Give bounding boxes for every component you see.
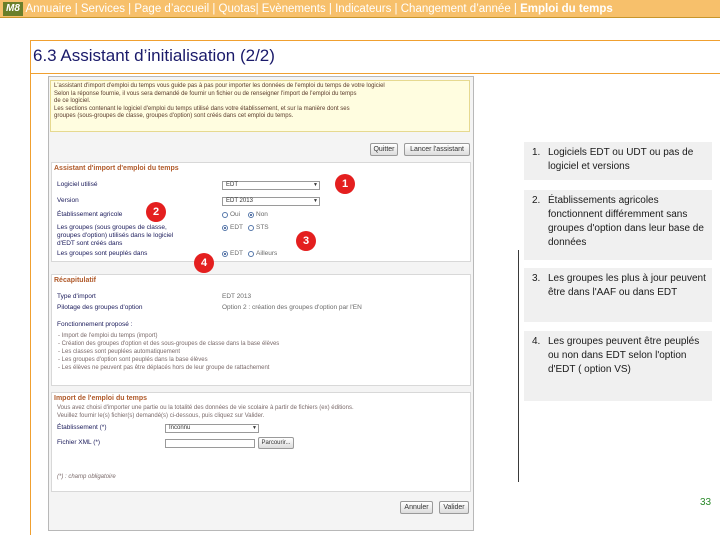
version-select-value: EDT 2013 xyxy=(226,198,253,204)
agri-yes-label: Oui xyxy=(230,211,241,218)
groups-edt-radio[interactable] xyxy=(222,225,228,231)
title-divider xyxy=(30,73,720,74)
software-label: Logiciel utilisé xyxy=(57,181,98,188)
quit-button[interactable]: Quitter xyxy=(370,143,398,156)
edt-description: Veuillez fournir le(s) fichier(s) demand… xyxy=(57,413,265,419)
validate-button[interactable]: Valider xyxy=(439,501,469,514)
callout-marker-4: 4 xyxy=(194,253,214,273)
agri-label: Établissement agricole xyxy=(57,211,123,218)
note-item: 3. Les groupes les plus à jour peuvent ê… xyxy=(524,268,712,322)
intro-line: de ce logiciel. xyxy=(54,98,91,104)
import-type-value: EDT 2013 xyxy=(222,293,252,300)
intro-line: L'assistant d'import d'emploi du temps v… xyxy=(54,83,385,89)
note-number: 3. xyxy=(532,273,541,284)
import-type-label: Type d'import xyxy=(57,293,96,300)
nav-item-services[interactable]: Services | Page d’accueil | Quotas| Evèn… xyxy=(81,3,398,15)
note-text: Les groupes peuvent être peuplés ou non … xyxy=(548,336,700,375)
note-item: 4. Les groupes peuvent être peuplés ou n… xyxy=(524,331,712,401)
chevron-down-icon: ▼ xyxy=(252,425,257,431)
peopled-elsewhere-label: Ailleurs xyxy=(256,250,278,257)
note-text: Les groupes les plus à jour peuvent être… xyxy=(548,273,706,298)
groups-label: Les groupes (sous groupes de classe, xyxy=(57,224,167,231)
import-section-title: Assistant d'import d'emploi du temps xyxy=(54,165,179,172)
software-select[interactable]: EDT ▼ xyxy=(222,181,320,190)
feature-bullet: - Import de l'emploi du temps (import) xyxy=(58,333,158,339)
chevron-down-icon: ▼ xyxy=(313,182,318,188)
agri-no-radio[interactable] xyxy=(248,212,254,218)
feature-bullet: - Les élèves ne peuvent pas être déplacé… xyxy=(58,365,270,371)
page-number: 33 xyxy=(700,497,712,508)
version-label: Version xyxy=(57,197,79,204)
peopled-edt-radio[interactable] xyxy=(222,251,228,257)
groups-sts-radio[interactable] xyxy=(248,225,254,231)
feature-bullet: - Création des groupes d'option et des s… xyxy=(58,341,280,347)
groups-edt-label: EDT xyxy=(230,224,243,231)
nav-item-changement-annee[interactable]: Changement d’année | xyxy=(401,3,517,15)
features-label: Fonctionnement proposé : xyxy=(57,321,133,328)
edt-section-title: Import de l'emploi du temps xyxy=(54,395,148,402)
groups-label: groupes d'option) utilisés dans le logic… xyxy=(57,232,174,239)
groups-sts-label: STS xyxy=(256,224,269,231)
agri-no-label: Non xyxy=(256,211,268,218)
pilot-value: Option 2 : création des groupes d'option… xyxy=(222,304,362,311)
note-number: 1. xyxy=(532,147,541,158)
callout-marker-3: 3 xyxy=(296,231,316,251)
feature-bullet: - Les classes sont peuplées automatiquem… xyxy=(58,349,181,355)
m8-logo: M8 xyxy=(3,2,23,16)
note-item: 1. Logiciels EDT ou UDT ou pas de logici… xyxy=(524,142,712,180)
callout-marker-2: 2 xyxy=(146,202,166,222)
nav-item-emploi-du-temps[interactable]: Emploi du temps xyxy=(520,3,613,15)
nav-item-annuaire[interactable]: Annuaire | xyxy=(25,3,77,15)
note-text: Logiciels EDT ou UDT ou pas de logiciel … xyxy=(548,147,694,172)
note-text: Établissements agricoles fonctionnent di… xyxy=(548,195,704,248)
groups-label: d'EDT sont créés dans xyxy=(57,240,123,247)
required-footnote: (*) : champ obligatoire xyxy=(57,474,116,480)
top-navigation-bar: M8 Annuaire | Services | Page d’accueil … xyxy=(0,0,720,18)
launch-assistant-button[interactable]: Lancer l'assistant xyxy=(404,143,470,156)
summary-section-title: Récapitulatif xyxy=(54,277,97,284)
intro-line: groupes (sous-groupes de classe, groupes… xyxy=(54,113,294,119)
xml-file-input[interactable] xyxy=(165,439,255,448)
pilot-label: Pilotage des groupes d'option xyxy=(57,304,143,311)
peopled-edt-label: EDT xyxy=(230,250,243,257)
intro-line: Selon la réponse fournie, il vous sera d… xyxy=(54,90,357,97)
agri-yes-radio[interactable] xyxy=(222,212,228,218)
edt-description: Vous avez choisi d'importer une partie o… xyxy=(57,405,354,411)
chevron-down-icon: ▼ xyxy=(313,198,318,204)
intro-line: Les sections contenant le logiciel d'emp… xyxy=(54,105,350,112)
slide-title: 6.3 Assistant d’initialisation (2/2) xyxy=(33,46,275,65)
xml-file-label: Fichier XML (*) xyxy=(57,439,101,446)
peopled-elsewhere-radio[interactable] xyxy=(248,251,254,257)
etab-label: Établissement (*) xyxy=(57,424,107,431)
peopled-label: Les groupes sont peuplés dans xyxy=(57,250,148,257)
vertical-divider xyxy=(518,250,519,482)
etab-select[interactable]: Inconnu ▼ xyxy=(165,424,259,433)
callout-marker-1: 1 xyxy=(335,174,355,194)
cancel-button[interactable]: Annuler xyxy=(400,501,433,514)
note-number: 2. xyxy=(532,195,541,206)
browse-button[interactable]: Parcourir... xyxy=(258,437,294,449)
etab-select-value: Inconnu xyxy=(169,425,191,431)
assistant-intro-box: L'assistant d'import d'emploi du temps v… xyxy=(50,80,470,132)
note-item: 2. Établissements agricoles fonctionnent… xyxy=(524,190,712,260)
software-select-value: EDT xyxy=(226,182,238,188)
feature-bullet: - Les groupes d'option sont peuplés dans… xyxy=(58,357,208,363)
version-select[interactable]: EDT 2013 ▼ xyxy=(222,197,320,206)
note-number: 4. xyxy=(532,336,541,347)
